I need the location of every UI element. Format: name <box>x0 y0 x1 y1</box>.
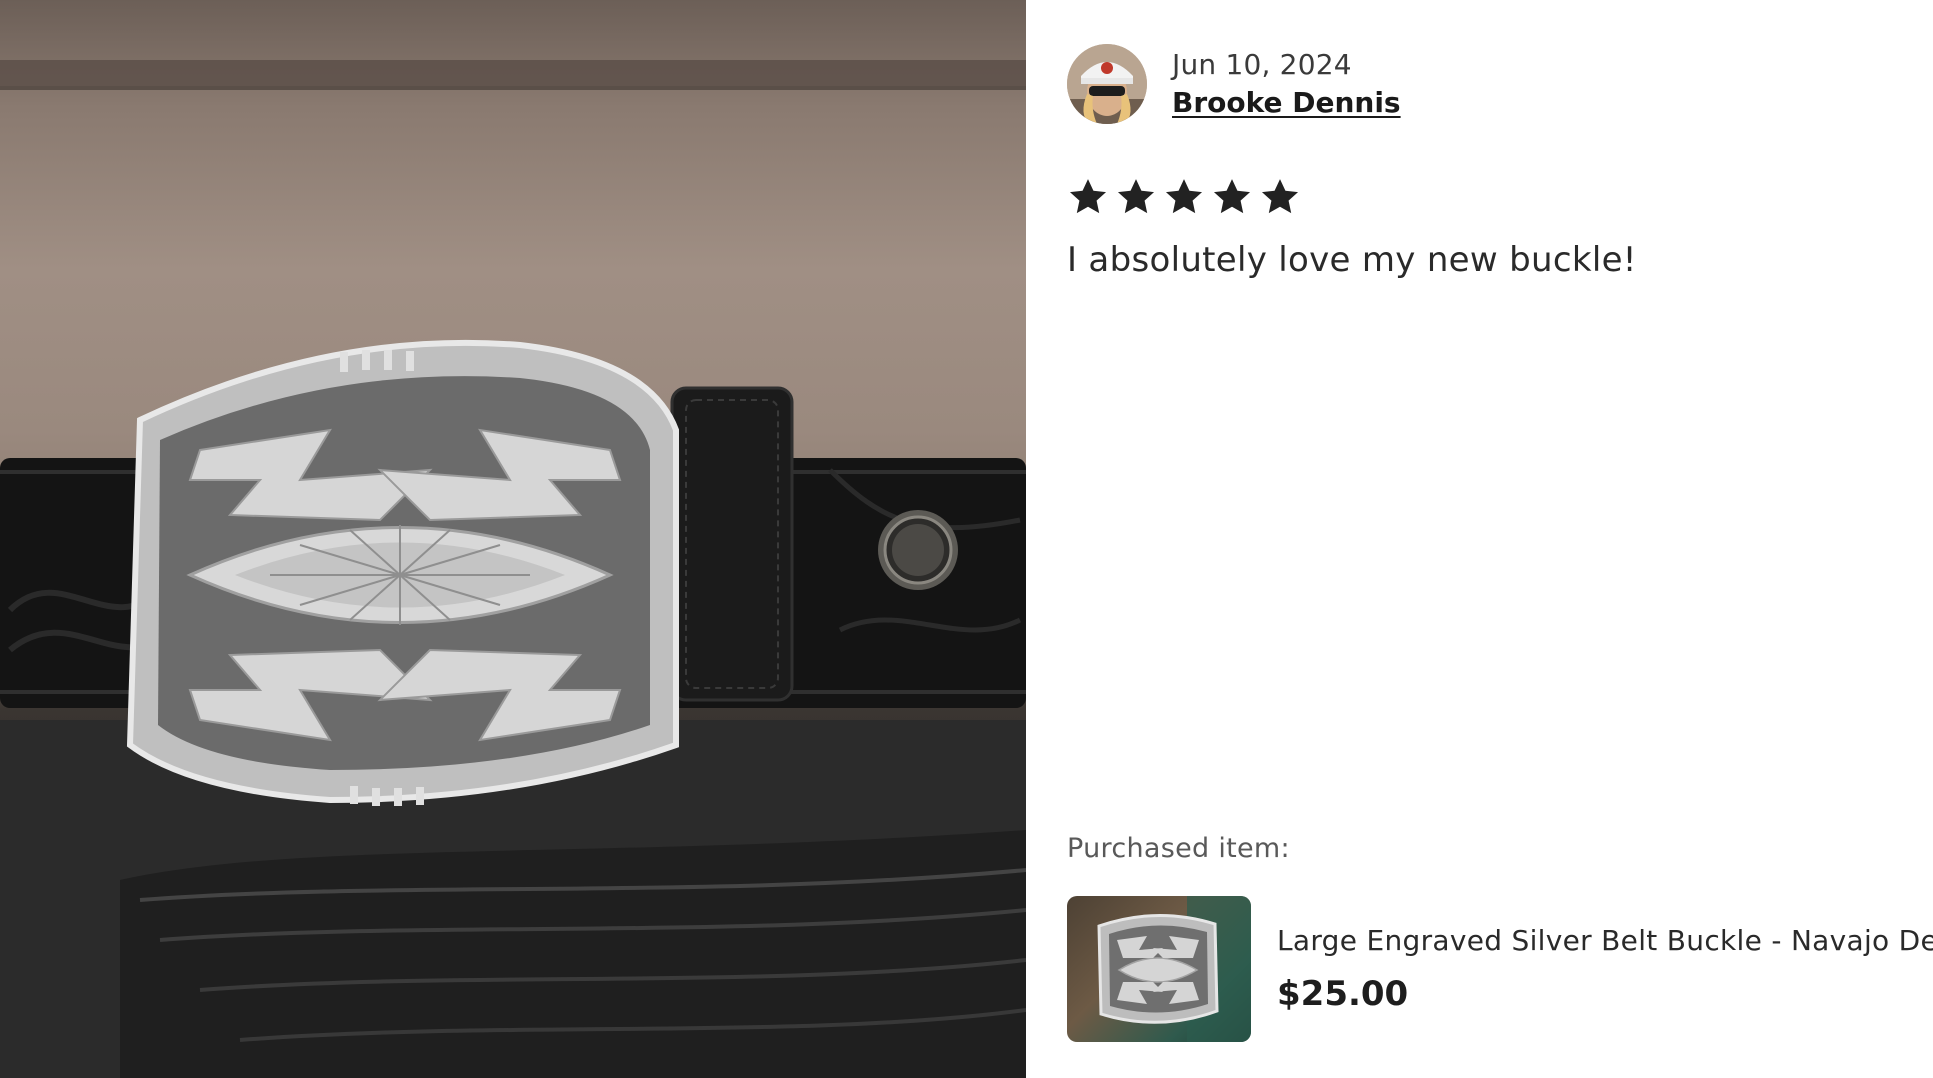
reviewer-name-link[interactable]: Brooke Dennis <box>1172 86 1401 119</box>
star-rating <box>1067 176 1301 218</box>
purchased-item-label: Purchased item: <box>1067 833 1290 864</box>
review-panel: Jun 10, 2024 Brooke Dennis I absolutely … <box>1026 0 1933 1078</box>
star-icon <box>1069 179 1107 214</box>
avatar-image <box>1067 44 1147 124</box>
star-icon <box>1261 179 1299 214</box>
review-body: I absolutely love my new buckle! <box>1067 240 1637 280</box>
review-date: Jun 10, 2024 <box>1172 48 1352 81</box>
purchased-item-thumbnail[interactable] <box>1067 896 1251 1042</box>
star-icon <box>1165 179 1203 214</box>
belt-buckle-photo <box>0 60 1026 1078</box>
purchased-item-price: $25.00 <box>1277 974 1409 1014</box>
purchased-item-title-link[interactable]: Large Engraved Silver Belt Buckle - Nava… <box>1277 924 1933 957</box>
buckle-thumbnail-image <box>1097 896 1251 1042</box>
review-photo[interactable] <box>0 0 1026 1078</box>
star-icon <box>1117 179 1155 214</box>
reviewer-avatar[interactable] <box>1067 44 1147 124</box>
star-icon <box>1213 179 1251 214</box>
review-card: Jun 10, 2024 Brooke Dennis I absolutely … <box>0 0 1933 1078</box>
